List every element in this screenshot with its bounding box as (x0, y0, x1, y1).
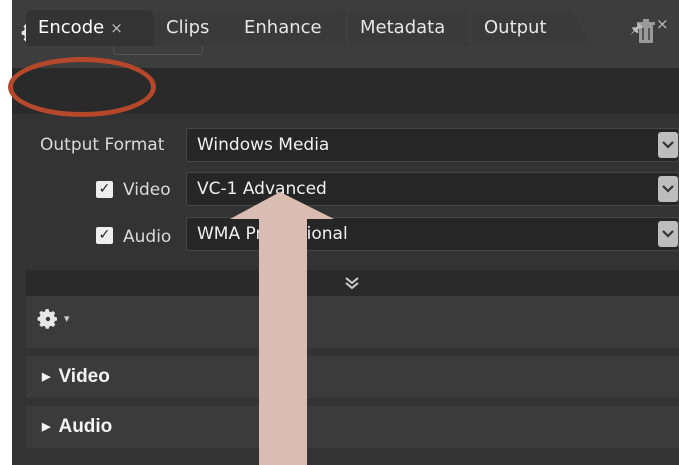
section-video[interactable]: ▶ Video (26, 356, 679, 398)
output-format-dropdown[interactable]: Windows Media (186, 128, 679, 162)
tab-label: Encode (38, 17, 105, 38)
video-label: Video (123, 180, 171, 200)
tab-label: Enhance (244, 17, 322, 38)
tab-encode[interactable]: Encode × (26, 10, 154, 46)
video-checkbox[interactable]: ✓ (96, 181, 113, 198)
annotation-circle (8, 57, 156, 117)
tab-enhance[interactable]: Enhance (232, 10, 345, 46)
chevron-down-icon[interactable] (658, 221, 678, 247)
chevron-down-icon[interactable] (658, 132, 678, 158)
expand-triangle-icon: ▶ (42, 371, 51, 383)
section-label: Video (58, 366, 110, 387)
section-label: Audio (58, 416, 113, 437)
close-icon[interactable]: × (110, 19, 123, 37)
section-audio[interactable]: ▶ Audio (26, 406, 679, 448)
double-chevron-down-icon[interactable] (344, 276, 360, 290)
gear-icon[interactable] (36, 307, 60, 331)
settings-row (26, 296, 679, 348)
output-format-label: Output Format (40, 135, 165, 155)
panel-close-icon[interactable]: × (656, 15, 669, 33)
tab-edge (570, 10, 592, 46)
tab-label: Output (484, 17, 547, 38)
annotation-arrow (230, 192, 334, 465)
audio-checkbox[interactable]: ✓ (96, 227, 113, 244)
chevron-down-icon[interactable] (658, 176, 678, 202)
pin-icon[interactable]: 🖈 (630, 18, 643, 42)
tab-output[interactable]: Output (472, 10, 572, 46)
output-format-value: Windows Media (197, 135, 330, 155)
audio-label: Audio (123, 227, 172, 247)
tab-metadata[interactable]: Metadata (348, 10, 468, 46)
tab-label: Clips (166, 17, 210, 38)
chevron-down-icon[interactable]: ▾ (64, 312, 70, 325)
tab-label: Metadata (360, 17, 446, 38)
tab-clips[interactable]: Clips (154, 10, 232, 46)
expand-triangle-icon: ▶ (42, 421, 51, 433)
